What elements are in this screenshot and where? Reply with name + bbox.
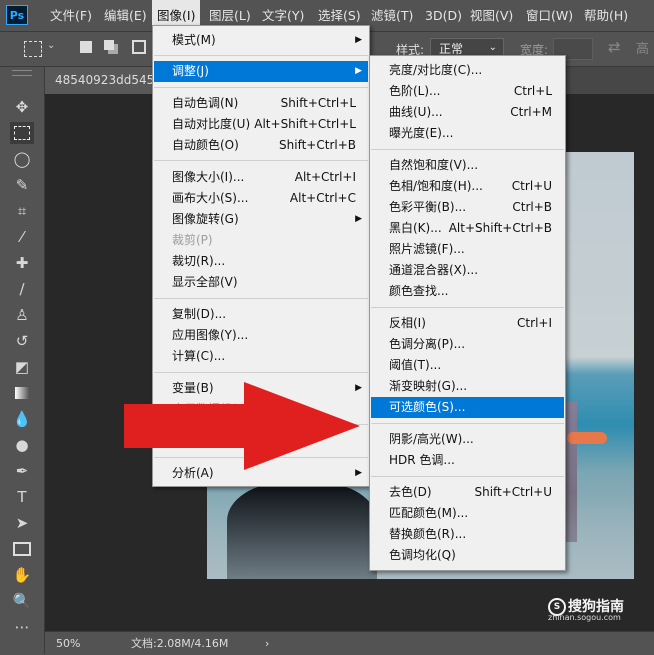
menu-item-vibrance[interactable]: 自然饱和度(V)... <box>371 155 564 176</box>
menu-item-mode[interactable]: 模式(M) ▶ <box>154 30 368 51</box>
menu-item-hue-saturation[interactable]: 色相/饱和度(H)... Ctrl+U <box>371 176 564 197</box>
menu-filter[interactable]: 滤镜(T) <box>371 0 413 31</box>
menu-item-desaturate[interactable]: 去色(D) Shift+Ctrl+U <box>371 482 564 503</box>
path-select-tool-icon[interactable]: ➤ <box>10 512 34 534</box>
gradient-tool-icon[interactable] <box>10 382 34 404</box>
quick-select-tool-icon[interactable]: ✎ <box>10 174 34 196</box>
menu-item-gradient-map[interactable]: 渐变映射(G)... <box>371 376 564 397</box>
move-tool-icon[interactable]: ✥ <box>10 96 34 118</box>
menu-3d[interactable]: 3D(D) <box>425 0 462 31</box>
zoom-tool-icon[interactable]: 🔍 <box>10 590 34 612</box>
menu-item-channel-mixer[interactable]: 通道混合器(X)... <box>371 260 564 281</box>
crop-tool-icon[interactable]: ⌗ <box>10 200 34 222</box>
menu-item-auto-tone[interactable]: 自动色调(N) Shift+Ctrl+L <box>154 93 368 114</box>
menu-item-exposure[interactable]: 曝光度(E)... <box>371 123 564 144</box>
panel-grip-icon <box>12 70 32 76</box>
separator <box>371 149 564 150</box>
menu-item-calculations[interactable]: 计算(C)... <box>154 346 368 367</box>
status-chevron-icon[interactable]: › <box>265 632 269 655</box>
hand-tool-icon[interactable]: ✋ <box>10 564 34 586</box>
menu-item-invert[interactable]: 反相(I) Ctrl+I <box>371 313 564 334</box>
menu-item-apply-image[interactable]: 应用图像(Y)... <box>154 325 368 346</box>
menu-item-levels[interactable]: 色阶(L)... Ctrl+L <box>371 81 564 102</box>
menu-item-auto-color[interactable]: 自动颜色(O) Shift+Ctrl+B <box>154 135 368 156</box>
dodge-tool-icon[interactable]: ● <box>10 434 34 456</box>
menu-edit[interactable]: 编辑(E) <box>104 0 147 31</box>
menu-item-posterize[interactable]: 色调分离(P)... <box>371 334 564 355</box>
menu-item-replace-color[interactable]: 替换颜色(R)... <box>371 524 564 545</box>
separator <box>154 87 368 88</box>
menu-item-adjustments[interactable]: 调整(J) ▶ <box>154 61 368 82</box>
document-tab[interactable]: 48540923dd5456 <box>45 67 160 94</box>
submenu-arrow-icon: ▶ <box>355 214 362 224</box>
pen-tool-icon[interactable]: ✒ <box>10 460 34 482</box>
rect-marquee-tool-icon[interactable] <box>10 122 34 144</box>
eyedropper-tool-icon[interactable]: ⁄ <box>10 226 34 248</box>
separator <box>371 476 564 477</box>
image-object <box>567 432 607 444</box>
more-tools-icon[interactable]: ⋯ <box>10 616 34 638</box>
swap-icon[interactable]: ⇄ <box>608 38 621 56</box>
history-brush-tool-icon[interactable]: ↺ <box>10 330 34 352</box>
menu-item-auto-contrast[interactable]: 自动对比度(U) Alt+Shift+Ctrl+L <box>154 114 368 135</box>
photoshop-logo: Ps <box>6 5 28 25</box>
separator <box>371 423 564 424</box>
separator <box>154 298 368 299</box>
menu-item-image-rotation[interactable]: 图像旋转(G) ▶ <box>154 209 368 230</box>
menu-item-selective-color[interactable]: 可选颜色(S)... <box>371 397 564 418</box>
healing-brush-tool-icon[interactable]: ✚ <box>10 252 34 274</box>
brush-tool-icon[interactable]: ∕ <box>10 278 34 300</box>
add-selection-icon[interactable] <box>104 40 114 50</box>
watermark-url: zhinan.sogou.com <box>548 613 621 622</box>
menu-item-trim[interactable]: 裁切(R)... <box>154 251 368 272</box>
menu-item-equalize[interactable]: 色调均化(Q) <box>371 545 564 566</box>
document-info: 文档:2.08M/4.16M <box>131 637 229 650</box>
menu-item-duplicate[interactable]: 复制(D)... <box>154 304 368 325</box>
menu-item-crop: 裁剪(P) <box>172 233 213 247</box>
menu-help[interactable]: 帮助(H) <box>584 0 628 31</box>
lasso-tool-icon[interactable]: ◯ <box>10 148 34 170</box>
style-select-value: 正常 <box>439 42 464 56</box>
menu-item-color-balance[interactable]: 色彩平衡(B)... Ctrl+B <box>371 197 564 218</box>
menu-item-photo-filter[interactable]: 照片滤镜(F)... <box>371 239 564 260</box>
menu-file[interactable]: 文件(F) <box>50 0 92 31</box>
zoom-level[interactable]: 50% <box>56 632 80 655</box>
chevron-down-icon[interactable]: ⌄ <box>47 40 55 51</box>
type-tool-icon[interactable]: T <box>10 486 34 508</box>
menu-view[interactable]: 视图(V) <box>470 0 513 31</box>
status-bar: 50% 文档:2.08M/4.16M › <box>45 631 654 655</box>
menu-window[interactable]: 窗口(W) <box>526 0 573 31</box>
menu-item-threshold[interactable]: 阈值(T)... <box>371 355 564 376</box>
marquee-tool-icon[interactable] <box>24 41 42 57</box>
blur-tool-icon[interactable]: 💧 <box>10 408 34 430</box>
height-field-icon: 高 <box>636 42 650 57</box>
menu-item-canvas-size[interactable]: 画布大小(S)... Alt+Ctrl+C <box>154 188 368 209</box>
menu-item-color-lookup[interactable]: 颜色查找... <box>371 281 564 302</box>
separator <box>154 55 368 56</box>
separator <box>154 372 368 373</box>
separator <box>371 307 564 308</box>
menu-item-match-color[interactable]: 匹配颜色(M)... <box>371 503 564 524</box>
adjustments-submenu: 亮度/对比度(C)... 色阶(L)... Ctrl+L 曲线(U)... Ctrl… <box>369 55 566 571</box>
menu-item-brightness-contrast[interactable]: 亮度/对比度(C)... <box>371 60 564 81</box>
menu-item-black-white[interactable]: 黑白(K)... Alt+Shift+Ctrl+B <box>371 218 564 239</box>
menu-item-shadows-highlights[interactable]: 阴影/高光(W)... <box>371 429 564 450</box>
menu-item-curves[interactable]: 曲线(U)... Ctrl+M <box>371 102 564 123</box>
menu-item-image-size[interactable]: 图像大小(I)... Alt+Ctrl+I <box>154 167 368 188</box>
menu-item-reveal-all[interactable]: 显示全部(V) <box>154 272 368 293</box>
separator <box>154 160 368 161</box>
eraser-tool-icon[interactable]: ◩ <box>10 356 34 378</box>
submenu-arrow-icon: ▶ <box>355 35 362 45</box>
stamp-tool-icon[interactable]: ♙ <box>10 304 34 326</box>
submenu-arrow-icon: ▶ <box>355 66 362 76</box>
tools-panel: ✥ ◯ ✎ ⌗ ⁄ ✚ ∕ ♙ ↺ ◩ 💧 ● ✒ T ➤ ✋ 🔍 ⋯ <box>0 67 45 654</box>
menu-item-hdr-toning[interactable]: HDR 色调... <box>371 450 564 471</box>
new-selection-icon[interactable] <box>80 41 92 53</box>
subtract-selection-icon[interactable] <box>132 40 146 54</box>
rectangle-tool-icon[interactable] <box>10 538 34 560</box>
annotation-arrow-icon <box>124 382 360 470</box>
